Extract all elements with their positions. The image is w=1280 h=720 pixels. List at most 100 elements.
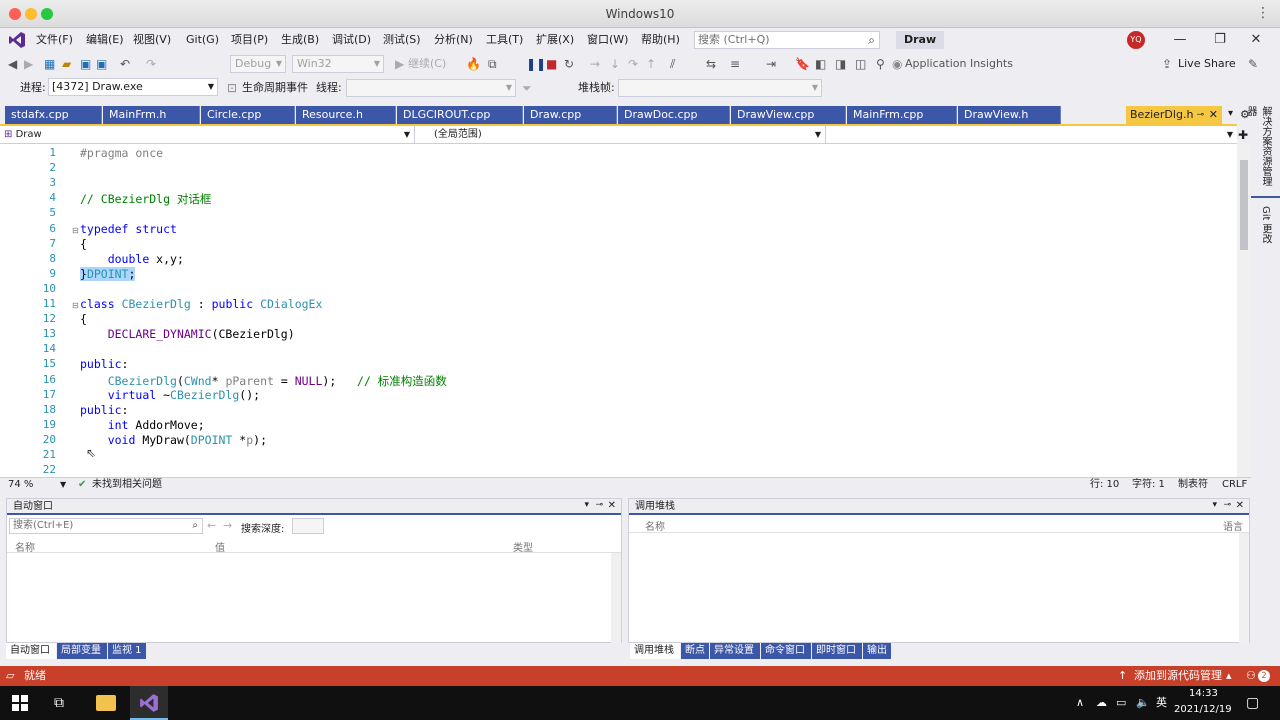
tab-callstack[interactable]: 调用堆栈 bbox=[630, 643, 680, 659]
search-box[interactable]: 搜索 (Ctrl+Q) ⌕ bbox=[694, 31, 880, 49]
code-line[interactable]: typedef struct bbox=[80, 222, 177, 236]
live-share-button[interactable]: Live Share bbox=[1178, 56, 1236, 72]
code-editor[interactable]: 1 #pragma once 2 3 4 // CBezierDlg 对话框 5 6 typed… bbox=[0, 144, 1237, 477]
code-line[interactable]: int AddorMove; bbox=[80, 418, 205, 432]
visual-studio-taskbar-button[interactable] bbox=[130, 686, 168, 720]
tab-overflow-icon[interactable]: ▾ bbox=[1228, 108, 1233, 119]
scope-dropdown[interactable]: (全局范围) ▼ bbox=[418, 126, 826, 144]
pause-icon[interactable]: ❚❚ bbox=[526, 56, 546, 72]
column-name[interactable]: 名称 bbox=[645, 518, 665, 533]
tab-command-window[interactable]: 命令窗口 bbox=[761, 643, 811, 659]
windows-start-icon[interactable] bbox=[12, 695, 28, 711]
code-line[interactable]: public: bbox=[80, 357, 128, 371]
step-over-icon[interactable]: ↷ bbox=[628, 56, 638, 72]
document-tab[interactable]: stdafx.cpp bbox=[5, 106, 102, 124]
close-panel-icon[interactable]: ✕ bbox=[1236, 500, 1244, 511]
menu-item[interactable]: 编辑(E) bbox=[86, 28, 124, 52]
task-view-icon[interactable]: ⧉ bbox=[54, 686, 64, 720]
collapse-icon[interactable]: ⊟ bbox=[72, 226, 80, 235]
document-tab[interactable]: DLGCIROUT.cpp bbox=[397, 106, 523, 124]
thread-icon[interactable]: ⇆ bbox=[706, 56, 716, 72]
menu-item[interactable]: 帮助(H) bbox=[641, 28, 680, 52]
code-line[interactable]: { bbox=[80, 312, 87, 326]
undo-icon[interactable]: ↶ bbox=[120, 56, 130, 72]
document-tab[interactable]: Circle.cpp bbox=[201, 106, 295, 124]
callstack-scrollbar[interactable] bbox=[1239, 533, 1249, 643]
document-tab[interactable]: DrawView.cpp bbox=[731, 106, 846, 124]
code-line[interactable]: { bbox=[80, 237, 87, 251]
cloud-icon[interactable]: ☁ bbox=[1096, 686, 1107, 720]
document-tab[interactable]: Resource.h bbox=[296, 106, 396, 124]
code-line[interactable]: double x,y; bbox=[80, 252, 184, 266]
pin-icon[interactable]: ⊸ bbox=[1196, 106, 1204, 124]
screenshot-icon[interactable]: ⧉ bbox=[488, 56, 497, 72]
project-dropdown[interactable]: ⊞ Draw ▼ bbox=[0, 126, 415, 144]
indent-icon[interactable]: ⇥ bbox=[766, 56, 776, 72]
menu-item[interactable]: 调试(D) bbox=[332, 28, 371, 52]
menu-item[interactable]: Git(G) bbox=[186, 28, 219, 52]
hot-reload-icon[interactable]: 🔥 bbox=[466, 56, 481, 72]
prev-bookmark-icon[interactable]: ◧ bbox=[815, 56, 826, 72]
tab-watch-1[interactable]: 监视 1 bbox=[108, 643, 146, 659]
menu-item[interactable]: 分析(N) bbox=[434, 28, 473, 52]
document-tab[interactable]: MainFrm.h bbox=[103, 106, 200, 124]
close-panel-icon[interactable]: ✕ bbox=[608, 500, 616, 511]
menu-item[interactable]: 扩展(X) bbox=[536, 28, 574, 52]
thread-dropdown[interactable]: ▼ bbox=[346, 79, 516, 97]
document-tab[interactable]: MainFrm.cpp bbox=[847, 106, 957, 124]
line-ending[interactable]: CRLF bbox=[1222, 478, 1247, 492]
breakpoint-all-icon[interactable]: ⫽ bbox=[670, 56, 675, 72]
forward-icon[interactable]: ▶ bbox=[24, 56, 33, 72]
panel-dropdown-icon[interactable]: ▾ bbox=[1212, 500, 1217, 510]
search-forward-icon[interactable]: → bbox=[223, 519, 232, 532]
menu-item[interactable]: 工具(T) bbox=[486, 28, 523, 52]
code-line[interactable]: #pragma once bbox=[80, 146, 163, 160]
code-line[interactable]: DECLARE_DYNAMIC(CBezierDlg) bbox=[80, 327, 295, 341]
continue-icon[interactable]: ▶ bbox=[395, 56, 404, 72]
app-insights-button[interactable]: Application Insights bbox=[905, 56, 1013, 72]
tab-output[interactable]: 输出 bbox=[863, 643, 891, 659]
ime-indicator[interactable]: 英 bbox=[1156, 686, 1167, 720]
stackframe-dropdown[interactable]: ▼ bbox=[618, 79, 822, 97]
close-tab-icon[interactable]: ✕ bbox=[1209, 106, 1218, 124]
step-into-icon[interactable]: ↓ bbox=[610, 56, 620, 72]
more-icon[interactable]: ⋮ bbox=[1256, 5, 1270, 21]
tab-breakpoints[interactable]: 断点 bbox=[681, 643, 709, 659]
column-language[interactable]: 语言 bbox=[1223, 518, 1243, 533]
network-icon[interactable]: ▭ bbox=[1116, 686, 1126, 720]
menu-item[interactable]: 测试(S) bbox=[383, 28, 421, 52]
code-line[interactable]: class CBezierDlg : public CDialogEx bbox=[80, 297, 322, 311]
close-icon[interactable]: ✕ bbox=[1246, 30, 1266, 50]
panel-dropdown-icon[interactable]: ▾ bbox=[584, 500, 589, 510]
autos-search-input[interactable]: 搜索(Ctrl+E) ⌕ bbox=[9, 518, 203, 534]
issues-status[interactable]: 未找到相关问题 bbox=[92, 478, 162, 492]
zoom-level[interactable]: 74 % bbox=[8, 478, 33, 492]
configuration-dropdown[interactable]: Debug ▼ bbox=[230, 55, 286, 73]
file-explorer-icon[interactable] bbox=[96, 695, 116, 711]
tab-autos[interactable]: 自动窗口 bbox=[6, 643, 56, 659]
menu-item[interactable]: 窗口(W) bbox=[587, 28, 628, 52]
tab-bezierdlg-h[interactable]: BezierDlg.h ⊸ ✕ bbox=[1126, 106, 1222, 126]
live-share-icon[interactable]: ⇪ bbox=[1162, 56, 1172, 72]
show-next-statement-icon[interactable]: → bbox=[590, 56, 600, 72]
pin-icon[interactable]: ⊸ bbox=[1223, 500, 1231, 510]
notifications-icon[interactable]: ⚇ bbox=[1246, 666, 1256, 686]
app-insights-icon[interactable]: ◉ bbox=[892, 56, 902, 72]
open-folder-icon[interactable]: ▰ bbox=[62, 56, 71, 72]
step-out-icon[interactable]: ↑ bbox=[646, 56, 656, 72]
continue-button[interactable]: 继续(C) bbox=[408, 56, 446, 72]
stop-icon[interactable]: ■ bbox=[546, 56, 557, 72]
new-project-icon[interactable]: ▦ bbox=[44, 56, 55, 72]
restore-icon[interactable]: ❐ bbox=[1210, 30, 1230, 50]
dropdown-icon[interactable]: ▴ bbox=[1226, 666, 1232, 686]
clock-date[interactable]: 2021/12/19 bbox=[1174, 704, 1232, 715]
code-line[interactable]: public: bbox=[80, 403, 128, 417]
column-type[interactable]: 类型 bbox=[513, 539, 533, 554]
menu-item[interactable]: 生成(B) bbox=[281, 28, 319, 52]
tab-immediate-window[interactable]: 即时窗口 bbox=[812, 643, 862, 659]
search-back-icon[interactable]: ← bbox=[207, 519, 216, 532]
lifecycle-events-button[interactable]: 生命周期事件 bbox=[242, 80, 308, 96]
tab-locals[interactable]: 局部变量 bbox=[57, 643, 107, 659]
document-tab[interactable]: Draw.cpp bbox=[524, 106, 617, 124]
redo-icon[interactable]: ↷ bbox=[146, 56, 156, 72]
